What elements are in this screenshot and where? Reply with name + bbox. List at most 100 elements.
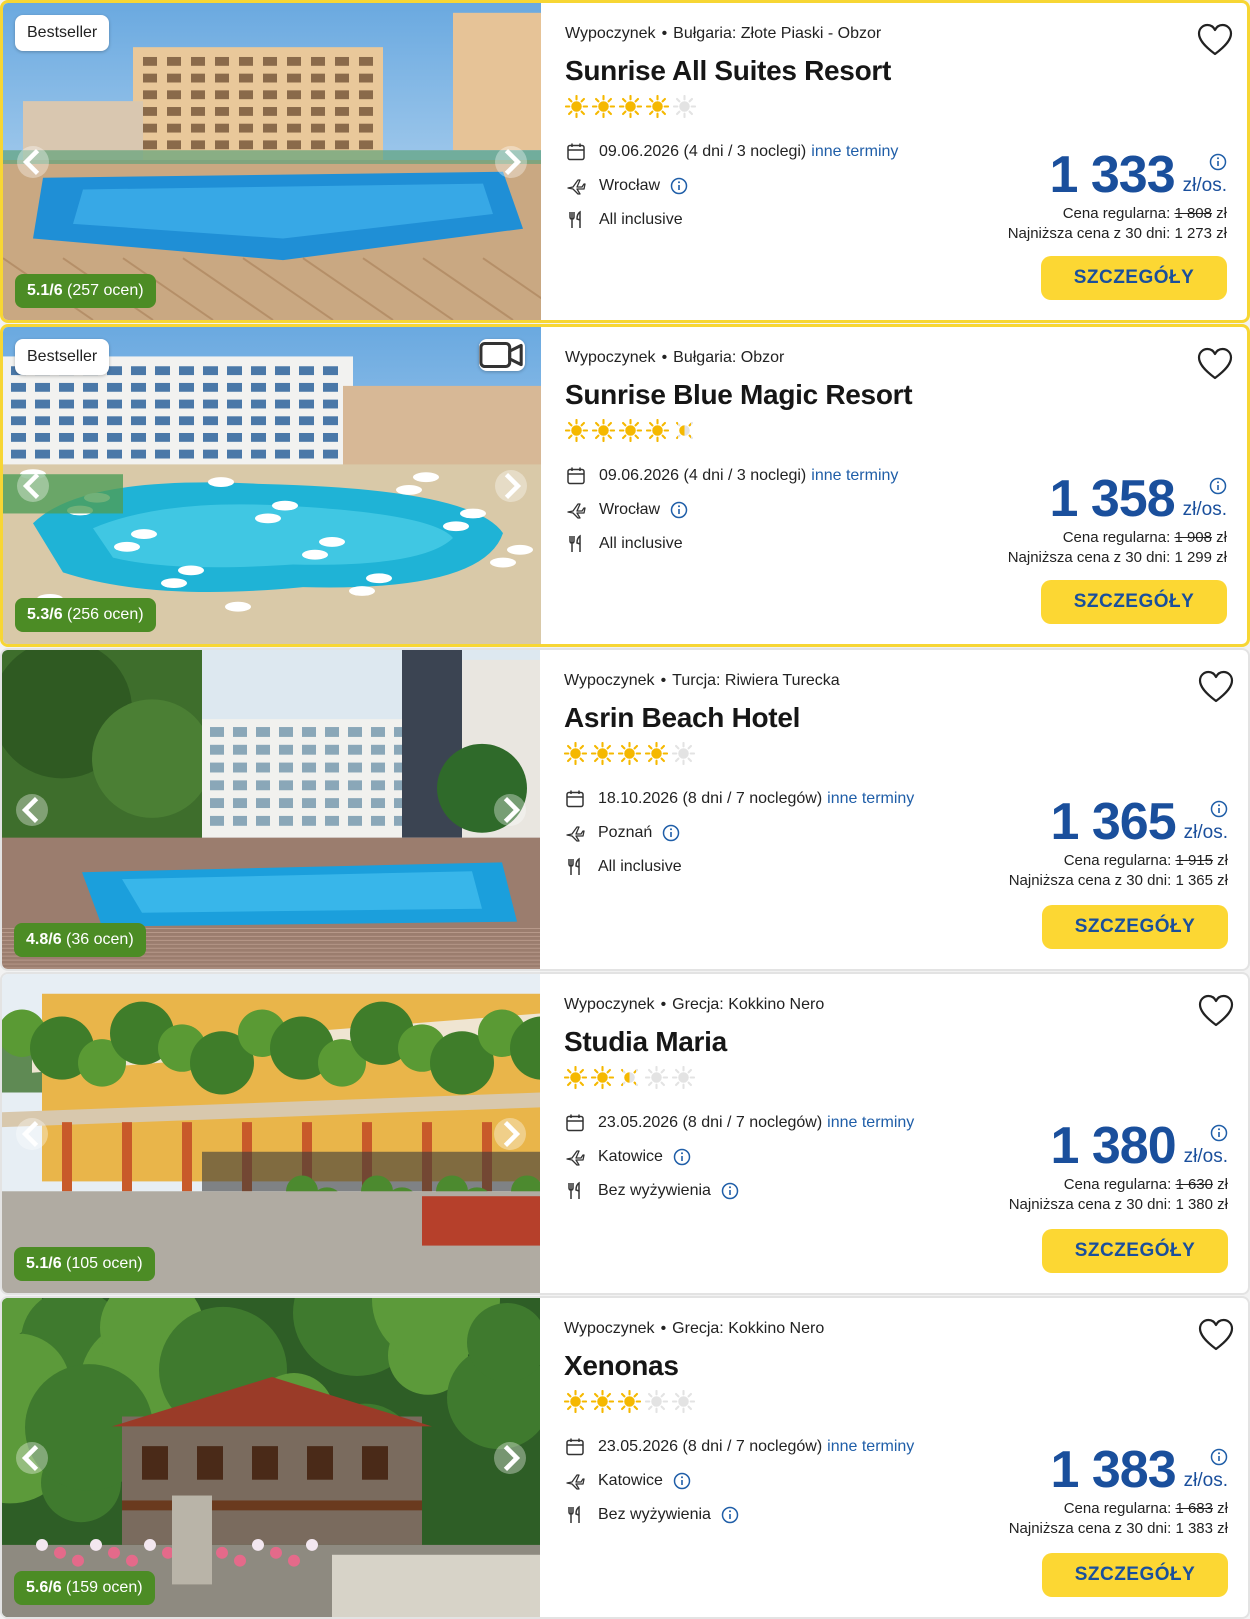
favorite-button[interactable] [1197,347,1233,381]
offer-info: Wypoczynek • Grecja: Kokkino Nero Xenonas … [562,1298,1248,1617]
other-dates-link[interactable]: inne terminy [827,790,914,808]
other-dates-link[interactable]: inne terminy [827,1114,914,1132]
departure-info-button[interactable] [662,824,680,842]
sun-star-icon [672,742,695,765]
sun-star-icon [646,419,669,442]
sun-star-icon [565,419,588,442]
chevron-left-icon [22,148,40,175]
hotel-name[interactable]: Sunrise Blue Magic Resort [565,379,913,411]
photo-next-button[interactable] [494,793,526,826]
heart-icon [1197,23,1233,56]
details-button[interactable]: SZCZEGÓŁY [1042,905,1228,949]
board-info-button[interactable] [721,1506,739,1524]
details-button[interactable]: SZCZEGÓŁY [1042,1553,1228,1597]
sun-star-icon [592,419,615,442]
offer-card-4[interactable]: 5.1/6 (105 ocen) Wypoczynek • Grecja: Kokk… [0,972,1250,1295]
rating-reviews: (36 ocen) [66,931,134,948]
departure-info-button[interactable] [670,501,688,519]
rating-reviews: (256 ocen) [67,606,144,623]
departure-info-button[interactable] [673,1472,691,1490]
hotel-name[interactable]: Asrin Beach Hotel [564,702,800,734]
price-value: 1 365 [1050,793,1177,851]
rating-reviews: (257 ocen) [67,282,144,299]
price-unit: zł/os. [1182,175,1227,196]
departure-city: Wrocław [599,177,661,194]
hotel-photo-image [2,650,540,969]
trip-type: Wypoczynek [564,1320,655,1337]
photo-prev-button[interactable] [17,469,49,502]
price-unit: zł/os. [1183,1470,1228,1491]
hotel-photo[interactable]: 5.6/6 (159 ocen) [2,1298,540,1617]
sun-star-icon [618,1390,641,1413]
favorite-button[interactable] [1198,1318,1234,1352]
trip-date: 09.06.2026 (4 dni / 3 noclegi) [599,143,807,160]
offer-card-1[interactable]: Bestseller 5.1/6 (257 ocen) Wypoczynek • B… [0,0,1250,323]
sun-star-icon [591,742,614,765]
offer-card-2[interactable]: Bestseller 5.3/6 (256 ocen) Wypoczynek • B… [0,324,1250,647]
video-button[interactable] [479,339,525,371]
hotel-name[interactable]: Sunrise All Suites Resort [565,55,891,87]
star-rating [564,1066,695,1089]
photo-next-button[interactable] [495,145,527,178]
board-info-button[interactable] [721,1182,739,1200]
hotel-photo[interactable]: 4.8/6 (36 ocen) [2,650,540,969]
details-button[interactable]: SZCZEGÓŁY [1041,580,1227,624]
other-dates-link[interactable]: inne terminy [827,1438,914,1456]
lowest-price: Najniższa cena z 30 dni: 1 380 zł [1008,1196,1228,1213]
heart-icon [1198,670,1234,703]
departure-city: Katowice [598,1472,663,1489]
lowest-price: Najniższa cena z 30 dni: 1 365 zł [1008,872,1228,889]
photo-prev-button[interactable] [16,1441,48,1474]
photo-next-button[interactable] [495,469,527,502]
rating-reviews: (159 ocen) [66,1579,143,1596]
board-row: All inclusive [565,527,898,561]
hotel-name[interactable]: Xenonas [564,1350,679,1382]
hotel-name[interactable]: Studia Maria [564,1026,727,1058]
hotel-photo[interactable]: Bestseller 5.3/6 (256 ocen) [3,327,541,644]
departure-info-button[interactable] [670,177,688,195]
favorite-button[interactable] [1198,670,1234,704]
price-info-button[interactable] [1209,153,1227,176]
price-info-button[interactable] [1210,1448,1228,1471]
plane-icon [567,179,586,195]
price-block: 1 365 zł/os. Cena regularna: 1 915 zł Na… [1009,790,1228,889]
details-button[interactable]: SZCZEGÓŁY [1042,1229,1228,1273]
info-icon [673,1472,691,1490]
sun-star-icon [618,742,641,765]
info-icon [721,1182,739,1200]
trip-location: Grecja: Kokkino Nero [672,996,825,1013]
departure-info-button[interactable] [673,1148,691,1166]
photo-next-button[interactable] [494,1117,526,1150]
sun-star-icon [619,95,642,118]
photo-prev-button[interactable] [16,1117,48,1150]
photo-prev-button[interactable] [16,793,48,826]
hotel-photo[interactable]: Bestseller 5.1/6 (257 ocen) [3,3,541,320]
chevron-right-icon [503,1120,521,1147]
star-rating [565,419,696,442]
price-info-button[interactable] [1210,800,1228,823]
cutlery-icon [569,210,581,228]
offer-info: Wypoczynek • Grecja: Kokkino Nero Studia M… [562,974,1248,1293]
other-dates-link[interactable]: inne terminy [811,467,898,485]
offer-info: Wypoczynek • Bułgaria: Złote Piaski - Obzo… [563,3,1247,320]
hotel-photo[interactable]: 5.1/6 (105 ocen) [2,974,540,1293]
photo-prev-button[interactable] [17,145,49,178]
offer-card-3[interactable]: 4.8/6 (36 ocen) Wypoczynek • Turcja: Riwie… [0,648,1250,971]
regular-price: Cena regularna: 1 630 zł [1063,1176,1228,1193]
price-info-button[interactable] [1209,477,1227,500]
departure-city: Poznań [598,824,653,841]
price-block: 1 380 zł/os. Cena regularna: 1 630 zł Na… [1009,1114,1228,1213]
offer-card-5[interactable]: 5.6/6 (159 ocen) Wypoczynek • Grecja: Kokk… [0,1296,1250,1619]
photo-next-button[interactable] [494,1441,526,1474]
breadcrumb: Wypoczynek • Grecja: Kokkino Nero [564,996,825,1013]
rating-score: 5.6/6 [26,1579,62,1596]
regular-price: Cena regularna: 1 683 zł [1063,1500,1228,1517]
plane-icon [566,1150,585,1166]
favorite-button[interactable] [1198,994,1234,1028]
favorite-button[interactable] [1197,23,1233,57]
breadcrumb: Wypoczynek • Grecja: Kokkino Nero [564,1320,825,1337]
other-dates-link[interactable]: inne terminy [811,143,898,161]
price-block: 1 383 zł/os. Cena regularna: 1 683 zł Na… [1009,1438,1228,1537]
details-button[interactable]: SZCZEGÓŁY [1041,256,1227,300]
price-info-button[interactable] [1210,1124,1228,1147]
